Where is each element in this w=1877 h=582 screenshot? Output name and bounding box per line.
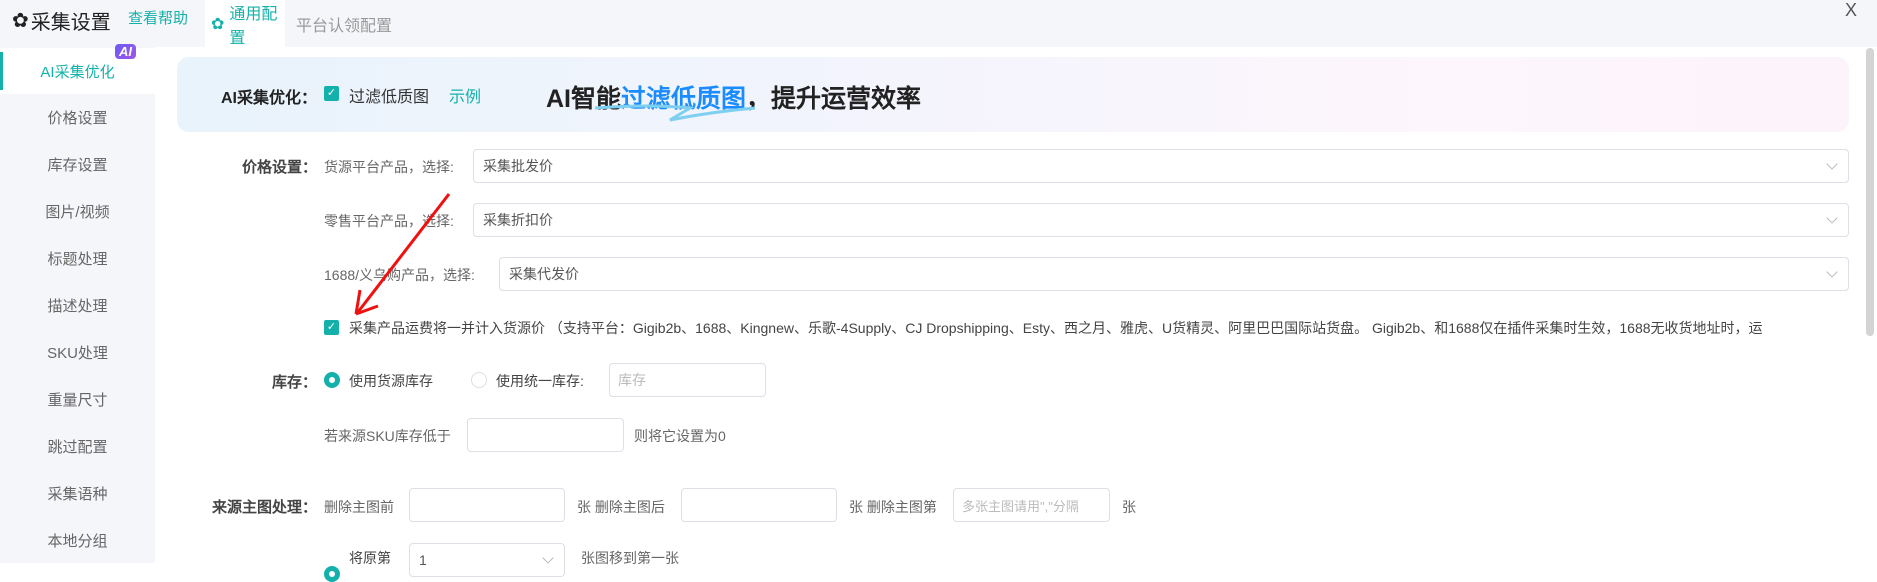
chevron-down-icon <box>1826 266 1838 278</box>
sidebar: AI采集优化 AI 价格设置 库存设置 图片/视频 标题处理 描述处理 SKU处理… <box>0 44 155 563</box>
radio-source-stock[interactable] <box>324 372 340 388</box>
sidebar-item-sku[interactable]: SKU处理 <box>0 329 155 375</box>
filter-checkbox[interactable]: ✓ <box>324 86 339 101</box>
tab-platform-claim[interactable]: 平台认领配置 <box>282 0 406 47</box>
dialog-title: ✿ 采集设置 <box>12 10 111 34</box>
help-link[interactable]: 查看帮助 <box>128 7 188 28</box>
sidebar-item-media[interactable]: 图片/视频 <box>0 188 155 234</box>
unit-label: 张 <box>1122 499 1136 515</box>
move-pre-label: 将原第 <box>349 550 391 566</box>
retail-price-select[interactable]: 采集折扣价 <box>473 203 1849 237</box>
stock-input[interactable]: 库存 <box>609 363 766 397</box>
ai-label: AI采集优化： <box>220 90 317 107</box>
chevron-down-icon <box>1826 212 1838 224</box>
move-post-label: 张图移到第一张 <box>581 550 679 566</box>
sidebar-item-title[interactable]: 标题处理 <box>0 235 155 281</box>
delete-front-input[interactable] <box>409 488 565 522</box>
scrollbar[interactable] <box>1866 48 1874 336</box>
delete-front-label: 删除主图前 <box>324 499 394 515</box>
main-image-label: 来源主图处理： <box>211 499 317 516</box>
close-icon[interactable]: X <box>1845 0 1857 21</box>
delete-back-label: 张 删除主图后 <box>577 499 665 515</box>
price-row-label: 货源平台产品，选择: <box>324 159 454 175</box>
sku-threshold-suffix: 则将它设置为0 <box>634 428 726 444</box>
underline-swoosh <box>594 104 756 122</box>
gear-icon: ✿ <box>12 10 29 32</box>
delete-nth-label: 张 删除主图第 <box>849 499 937 515</box>
chevron-down-icon <box>542 552 554 564</box>
freight-label: 采集产品运费将一并计入货源价 （支持平台：Gigib2b、1688、Kingne… <box>349 320 1763 336</box>
sidebar-item-group[interactable]: 本地分组 <box>0 517 155 563</box>
sidebar-item-skip[interactable]: 跳过配置 <box>0 423 155 469</box>
1688-price-select[interactable]: 采集代发价 <box>499 257 1849 291</box>
price-label: 价格设置： <box>241 159 317 176</box>
move-index-select[interactable]: 1 <box>409 543 565 577</box>
filter-label: 过滤低质图 <box>349 89 430 106</box>
source-price-select[interactable]: 采集批发价 <box>473 149 1849 183</box>
stock-label: 库存： <box>271 374 317 391</box>
radio-move-image[interactable] <box>324 566 340 582</box>
sidebar-item-desc[interactable]: 描述处理 <box>0 282 155 328</box>
delete-back-input[interactable] <box>681 488 837 522</box>
delete-nth-input[interactable]: 多张主图请用","分隔 <box>953 488 1110 522</box>
sku-threshold-input[interactable] <box>467 418 624 452</box>
tab-general[interactable]: ✿ 通用配置 <box>205 0 285 47</box>
price-row-label: 零售平台产品，选择: <box>324 213 454 229</box>
sku-threshold-label: 若来源SKU库存低于 <box>324 428 451 444</box>
ai-badge: AI <box>115 44 136 59</box>
example-link[interactable]: 示例 <box>449 83 481 107</box>
radio-unified-stock[interactable] <box>471 372 487 388</box>
unified-stock-label: 使用统一库存: <box>496 373 584 389</box>
gear-icon: ✿ <box>211 15 225 33</box>
source-stock-label: 使用货源库存 <box>349 373 433 389</box>
chevron-down-icon <box>1826 158 1838 170</box>
price-row-label: 1688/义乌购产品，选择: <box>324 267 475 283</box>
freight-checkbox[interactable]: ✓ <box>324 320 339 335</box>
